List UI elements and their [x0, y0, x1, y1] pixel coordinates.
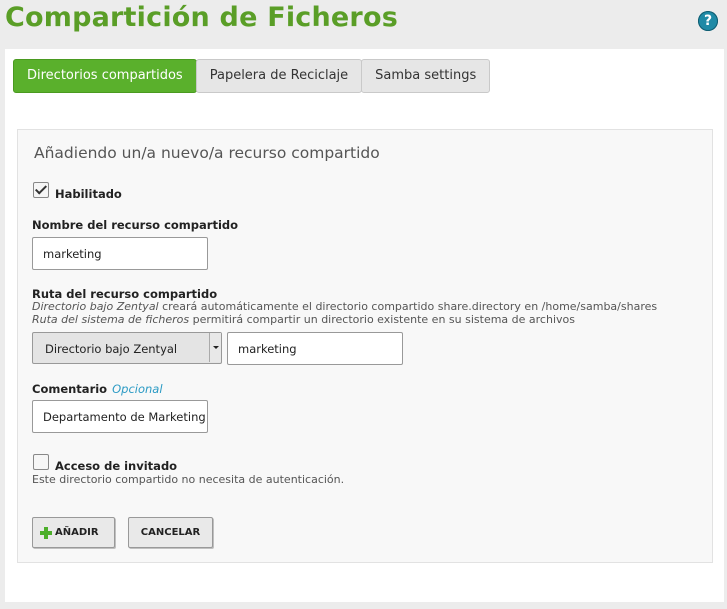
tab-shared-directories[interactable]: Directorios compartidos [13, 59, 197, 93]
share-path-label: Ruta del recurso compartido [32, 287, 218, 301]
tab-bar: Directorios compartidos Papelera de Reci… [13, 59, 491, 93]
chevron-down-icon [209, 333, 221, 362]
comment-input[interactable]: Departamento de Marketing [32, 400, 208, 433]
tab-samba-settings[interactable]: Samba settings [361, 59, 491, 93]
comment-label-text: Comentario [32, 382, 108, 396]
share-path-help-2-rest: permitirá compartir un directorio existe… [189, 313, 575, 326]
help-icon[interactable]: ? [698, 11, 718, 31]
share-name-input[interactable]: marketing [32, 237, 208, 270]
page-title: Compartición de Ficheros [5, 2, 398, 33]
share-path-help-2: Ruta del sistema de ficheros permitirá c… [32, 313, 575, 326]
guest-access-help: Este directorio compartido no necesita d… [32, 473, 345, 486]
form-heading: Añadiendo un/a nuevo/a recurso compartid… [34, 144, 380, 162]
share-path-help-1: Directorio bajo Zentyal creará automátic… [32, 300, 657, 313]
share-path-input[interactable]: marketing [227, 332, 403, 365]
share-path-help-1-rest: creará automáticamente el directorio com… [158, 300, 658, 313]
plus-icon [40, 527, 52, 539]
share-path-type-select[interactable]: Directorio bajo Zentyal [32, 332, 222, 364]
share-path-help-1-em: Directorio bajo Zentyal [32, 300, 159, 313]
guest-access-checkbox[interactable] [33, 454, 49, 470]
share-path-help-2-em: Ruta del sistema de ficheros [32, 313, 190, 326]
enabled-label: Habilitado [55, 187, 122, 201]
add-share-form: Añadiendo un/a nuevo/a recurso compartid… [17, 129, 713, 563]
tab-recycle-bin[interactable]: Papelera de Reciclaje [195, 59, 363, 93]
add-button[interactable]: AÑADIR [32, 517, 115, 548]
cancel-button[interactable]: CANCELAR [128, 517, 213, 548]
share-name-label: Nombre del recurso compartido [32, 218, 239, 232]
enabled-checkbox[interactable] [33, 182, 49, 198]
add-button-label: AÑADIR [55, 527, 99, 538]
share-path-type-value: Directorio bajo Zentyal [45, 342, 178, 356]
optional-tag: Opcional [112, 382, 163, 396]
guest-access-label: Acceso de invitado [55, 459, 178, 473]
main-panel: Directorios compartidos Papelera de Reci… [5, 49, 724, 602]
comment-label: Comentario Opcional [32, 382, 163, 396]
